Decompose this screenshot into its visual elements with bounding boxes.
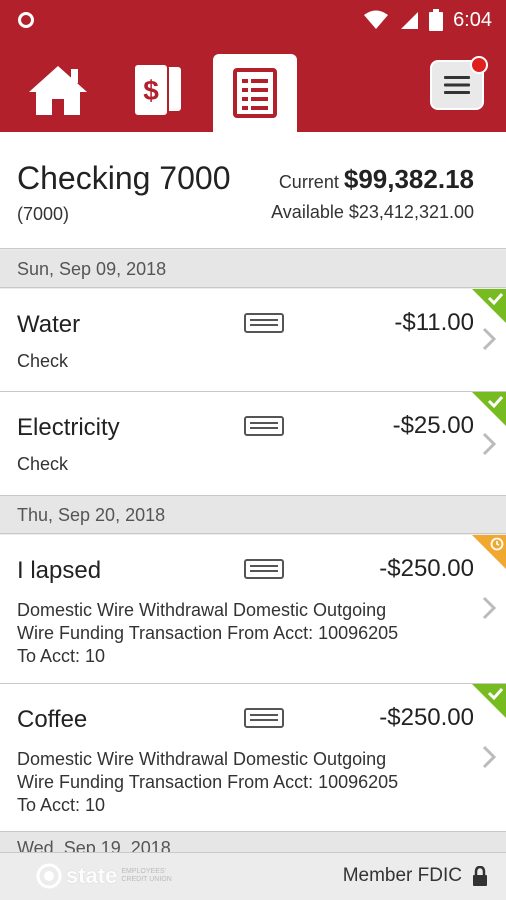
notification-badge xyxy=(470,56,488,74)
description-line: To Acct: 10 xyxy=(17,646,106,666)
credit-union-logo: state EMPLOYEES' CREDIT UNION xyxy=(36,863,172,889)
register-icon xyxy=(233,68,277,118)
cleared-check-icon xyxy=(472,684,506,718)
date-header: Thu, Sep 20, 2018 xyxy=(0,496,506,534)
footer: state EMPLOYEES' CREDIT UNION Member FDI… xyxy=(0,852,506,900)
transaction-type: Check xyxy=(17,454,69,474)
signal-icon xyxy=(401,12,419,29)
memo-icon xyxy=(244,559,284,579)
pending-clock-icon xyxy=(472,535,506,569)
status-indicators: 6:04 xyxy=(363,9,492,32)
date-header-text: Wed, Sep 19, 2018 xyxy=(17,838,171,852)
current-balance-row: Current $99,382.18 xyxy=(271,164,474,197)
account-name: Checking 7000 xyxy=(17,160,231,196)
logo-mark-icon xyxy=(36,863,62,889)
transaction-amount: -$11.00 xyxy=(394,309,474,336)
transaction-name: Coffee xyxy=(17,706,88,733)
description-line: Wire Funding Transaction From Acct: 1009… xyxy=(17,623,399,643)
transaction-row[interactable]: I lapsed -$250.00 Domestic Wire Withdraw… xyxy=(0,535,506,684)
wifi-icon xyxy=(364,10,389,29)
transaction-row[interactable]: Water -$11.00 Check xyxy=(0,289,506,392)
transaction-description: Domestic Wire Withdrawal Domestic Outgoi… xyxy=(17,599,457,668)
fdic-label: Member FDIC xyxy=(342,865,462,886)
memo-icon xyxy=(244,416,284,436)
transaction-amount: -$250.00 xyxy=(379,555,474,582)
lock-icon xyxy=(473,866,487,886)
status-time: 6:04 xyxy=(453,8,492,31)
description-line: Wire Funding Transaction From Acct: 1009… xyxy=(17,772,399,792)
hamburger-menu-icon xyxy=(444,76,470,94)
transaction-description: Domestic Wire Withdrawal Domestic Outgoi… xyxy=(17,748,457,817)
notification-ring-icon xyxy=(18,12,34,28)
date-header: Sun, Sep 09, 2018 xyxy=(0,250,506,288)
available-balance-row: Available $23,412,321.00 xyxy=(271,197,474,227)
transaction-name: Electricity xyxy=(17,414,120,441)
memo-icon xyxy=(244,313,284,333)
transaction-row[interactable]: Coffee -$250.00 Domestic Wire Withdrawal… xyxy=(0,684,506,832)
date-header-partial: Wed, Sep 19, 2018 xyxy=(0,832,506,852)
chevron-right-icon xyxy=(482,327,496,351)
available-balance-amount: $23,412,321.00 xyxy=(348,202,474,222)
menu-button[interactable] xyxy=(430,56,488,110)
available-balance-label: Available xyxy=(271,202,344,222)
transaction-row[interactable]: Electricity -$25.00 Check xyxy=(0,392,506,496)
current-balance-amount: $99,382.18 xyxy=(343,164,474,194)
tab-home[interactable] xyxy=(22,58,94,122)
transaction-amount: -$250.00 xyxy=(379,704,474,731)
tab-register[interactable] xyxy=(213,54,297,132)
account-summary: Checking 7000 (7000) Current $99,382.18 … xyxy=(0,132,506,249)
balances: Current $99,382.18 Available $23,412,321… xyxy=(271,164,474,227)
account-number: (7000) xyxy=(17,204,70,224)
tab-accounts[interactable]: $ xyxy=(122,58,194,122)
home-icon xyxy=(29,66,87,115)
logo-subtext: EMPLOYEES' CREDIT UNION xyxy=(121,868,172,883)
transaction-type: Check xyxy=(17,351,69,371)
battery-icon xyxy=(429,9,444,31)
fdic-notice: Member FDIC xyxy=(343,865,488,887)
status-bar: 6:04 xyxy=(0,0,506,40)
top-nav-bar: $ xyxy=(0,40,506,132)
transaction-name: Water xyxy=(17,311,81,338)
dollar-cards-icon: $ xyxy=(133,63,183,117)
chevron-right-icon xyxy=(482,596,496,620)
chevron-right-icon xyxy=(482,432,496,456)
memo-icon xyxy=(244,708,284,728)
transaction-name: I lapsed xyxy=(17,557,102,584)
description-line: To Acct: 10 xyxy=(17,795,106,815)
description-line: Domestic Wire Withdrawal Domestic Outgoi… xyxy=(17,600,387,620)
logo-word: state xyxy=(66,863,118,888)
current-balance-label: Current xyxy=(278,172,339,192)
svg-text:$: $ xyxy=(143,75,159,106)
chevron-right-icon xyxy=(482,745,496,769)
cleared-check-icon xyxy=(472,289,506,323)
cleared-check-icon xyxy=(472,392,506,426)
transaction-amount: -$25.00 xyxy=(392,412,474,439)
description-line: Domestic Wire Withdrawal Domestic Outgoi… xyxy=(17,749,387,769)
